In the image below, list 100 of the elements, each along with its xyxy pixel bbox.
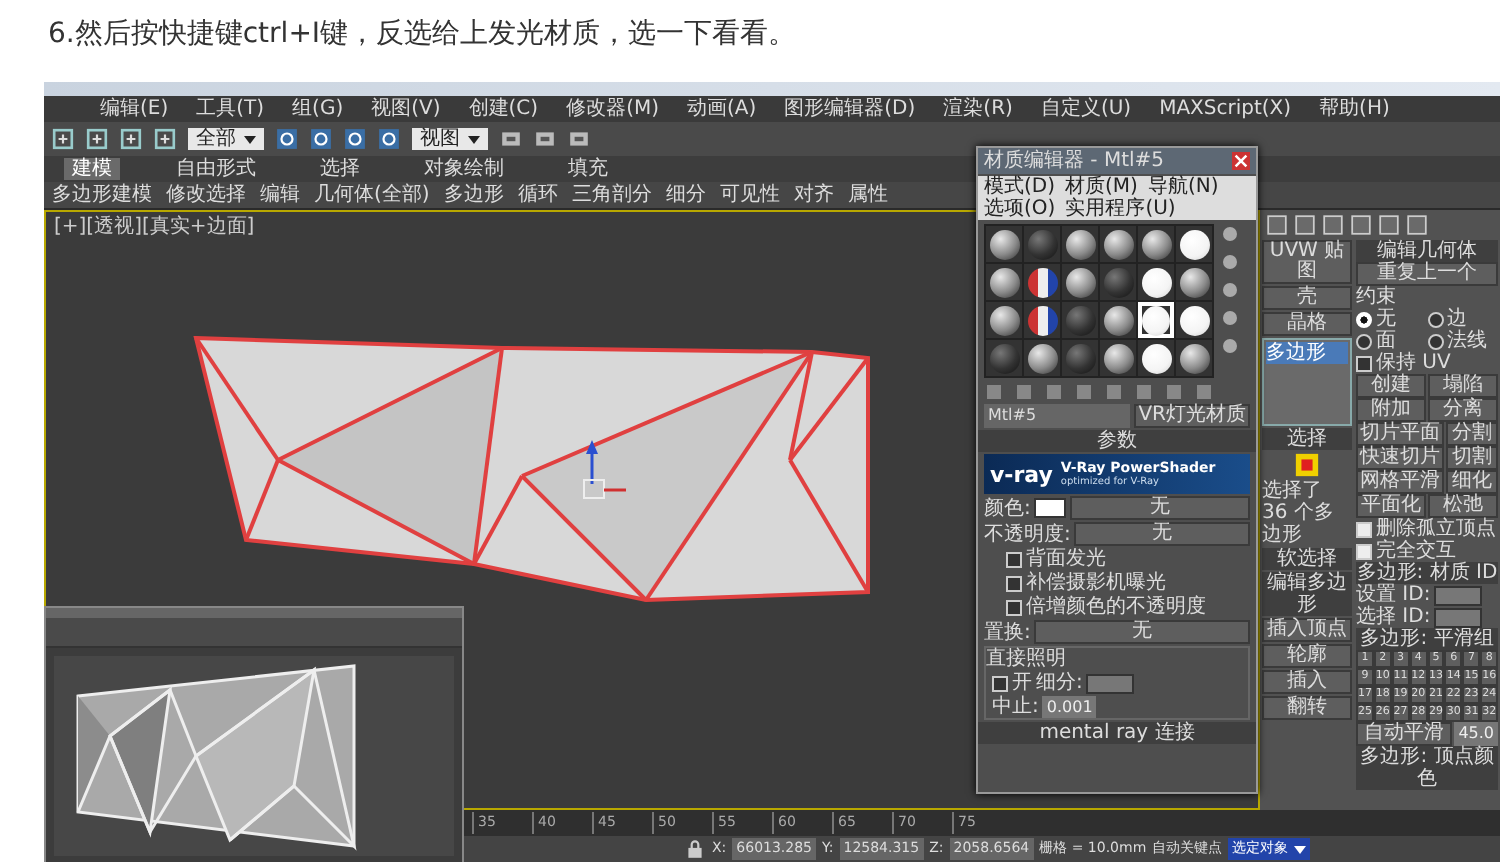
threshold-field[interactable]: 45.0 — [1454, 722, 1498, 746]
tool-button[interactable]: 平面化 — [1356, 494, 1426, 518]
menu-item[interactable]: 编辑(E) — [100, 98, 169, 120]
spinner-field[interactable]: 0.001 — [1042, 696, 1097, 718]
menu-item[interactable]: 工具(T) — [196, 98, 265, 120]
color-swatch[interactable] — [1034, 498, 1067, 518]
stack-item[interactable]: 多边形 — [1266, 342, 1348, 364]
material-slot[interactable] — [1176, 264, 1212, 300]
ribbon-tab[interactable]: 对象绘制 — [416, 158, 512, 180]
tool-button[interactable]: 分离 — [1428, 398, 1498, 422]
ribbon-tab[interactable]: 选择 — [312, 158, 368, 180]
lock-icon[interactable] — [684, 838, 706, 860]
viewport-label[interactable]: [+][透视][真实+边面] — [54, 216, 255, 238]
coordinate-dropdown[interactable]: 视图 — [412, 128, 488, 150]
tool-button[interactable]: 网格平滑 — [1356, 470, 1444, 494]
material-slot[interactable] — [1024, 340, 1060, 376]
ribbon-tool[interactable]: 可见性 — [719, 184, 780, 206]
map-button[interactable]: 无 — [1070, 496, 1250, 520]
ribbon-tool[interactable]: 多边形 — [443, 184, 504, 206]
checkbox[interactable] — [1356, 521, 1372, 537]
tool-button[interactable]: 翻转 — [1262, 696, 1352, 720]
modifier-button[interactable]: 晶格 — [1262, 312, 1352, 336]
rollout-header[interactable]: 编辑多边形 — [1262, 572, 1352, 616]
material-slot[interactable] — [986, 302, 1022, 338]
material-slot[interactable] — [1138, 340, 1174, 376]
menu-item[interactable]: 图形编辑器(D) — [784, 98, 916, 120]
tool-button[interactable]: 重复上一个 — [1356, 262, 1498, 286]
rollout-header[interactable]: 多边形: 顶点颜色 — [1356, 746, 1498, 790]
material-name-field[interactable]: Mtl#5 — [984, 404, 1131, 428]
material-slot[interactable] — [1100, 302, 1136, 338]
ribbon-tool[interactable]: 多边形建模 — [52, 184, 152, 206]
rollout-header[interactable]: 多边形: 材质 ID — [1356, 562, 1498, 584]
material-slot[interactable] — [1062, 264, 1098, 300]
material-slot[interactable] — [1176, 226, 1212, 262]
ribbon-tool[interactable]: 细分 — [665, 184, 706, 206]
tool-button[interactable]: 附加 — [1356, 398, 1426, 422]
material-slot[interactable] — [1138, 302, 1174, 338]
modifier-button[interactable]: UVW 贴图 — [1262, 240, 1352, 284]
material-slot[interactable] — [1176, 340, 1212, 376]
tool-button[interactable]: 塌陷 — [1428, 374, 1498, 398]
material-slot[interactable] — [1138, 264, 1174, 300]
material-slot[interactable] — [1100, 226, 1136, 262]
rollout-header[interactable]: 编辑几何体 — [1356, 240, 1498, 262]
tool-button[interactable]: 细化 — [1446, 470, 1498, 494]
ribbon-tool[interactable]: 属性 — [847, 184, 888, 206]
menu-item[interactable]: 自定义(U) — [1040, 98, 1132, 120]
ribbon-tab[interactable]: 建模 — [64, 158, 120, 180]
spinner-field[interactable] — [1086, 673, 1135, 693]
close-icon[interactable] — [1232, 152, 1250, 170]
rollout-header[interactable]: 参数 — [978, 430, 1256, 452]
ribbon-tool[interactable]: 循环 — [517, 184, 558, 206]
rollout-header[interactable]: 选择 — [1262, 428, 1352, 450]
polygon-mode-icon[interactable] — [1294, 452, 1320, 478]
menu-item[interactable]: 帮助(H) — [1319, 98, 1390, 120]
material-type-button[interactable]: VR灯光材质 — [1134, 404, 1250, 428]
selection-filter-dropdown[interactable]: 全部 — [188, 128, 264, 150]
radio-button[interactable] — [1356, 333, 1372, 349]
checkbox[interactable] — [992, 675, 1008, 691]
rollout-header[interactable]: 软选择 — [1262, 548, 1352, 570]
map-button[interactable]: 无 — [1034, 620, 1250, 644]
checkbox[interactable] — [1006, 575, 1022, 591]
menu-item[interactable]: 渲染(R) — [943, 98, 1013, 120]
ribbon-tool[interactable]: 修改选择 — [166, 184, 246, 206]
material-slot[interactable] — [1138, 226, 1174, 262]
tool-button[interactable]: 快速切片 — [1356, 446, 1444, 470]
menu-item[interactable]: 材质(M) — [1065, 176, 1138, 198]
checkbox[interactable] — [1006, 599, 1022, 615]
spinner-field[interactable] — [1434, 585, 1483, 605]
material-slot[interactable] — [1176, 302, 1212, 338]
menu-item[interactable]: 视图(V) — [371, 98, 441, 120]
tool-button[interactable]: 插入 — [1262, 670, 1352, 694]
ribbon-tab[interactable]: 填充 — [560, 158, 616, 180]
material-slot[interactable] — [1100, 340, 1136, 376]
ribbon-tool[interactable]: 编辑 — [260, 184, 300, 206]
checkbox[interactable] — [1006, 551, 1022, 567]
spinner-field[interactable] — [1434, 607, 1483, 627]
material-slot[interactable] — [986, 264, 1022, 300]
material-slot[interactable] — [1024, 302, 1060, 338]
transform-gizmo-icon[interactable] — [583, 440, 626, 499]
menu-item[interactable]: 动画(A) — [687, 98, 757, 120]
ribbon-tab[interactable]: 自由形式 — [168, 158, 264, 180]
tool-button[interactable]: 切片平面 — [1356, 422, 1444, 446]
ribbon-tool[interactable]: 对齐 — [793, 184, 834, 206]
rollout-header[interactable]: 多边形: 平滑组 — [1356, 628, 1498, 650]
menu-item[interactable]: 创建(C) — [468, 98, 539, 120]
menu-item[interactable]: 组(G) — [292, 98, 344, 120]
radio-button[interactable] — [1427, 333, 1443, 349]
tool-button[interactable]: 轮廓 — [1262, 644, 1352, 668]
tool-button[interactable]: 插入顶点 — [1262, 618, 1352, 642]
modifier-button[interactable]: 壳 — [1262, 286, 1352, 310]
material-slot[interactable] — [1062, 226, 1098, 262]
menu-item[interactable]: 导航(N) — [1147, 176, 1219, 198]
menu-item[interactable]: 修改器(M) — [566, 98, 659, 120]
map-button[interactable]: 无 — [1074, 522, 1250, 546]
menu-item[interactable]: 模式(D) — [984, 176, 1056, 198]
material-slot[interactable] — [986, 226, 1022, 262]
checkbox[interactable] — [1356, 355, 1372, 371]
rollout-header[interactable]: mental ray 连接 — [978, 722, 1256, 744]
tool-button[interactable]: 切割 — [1446, 446, 1498, 470]
tool-button[interactable]: 分割 — [1446, 422, 1498, 446]
